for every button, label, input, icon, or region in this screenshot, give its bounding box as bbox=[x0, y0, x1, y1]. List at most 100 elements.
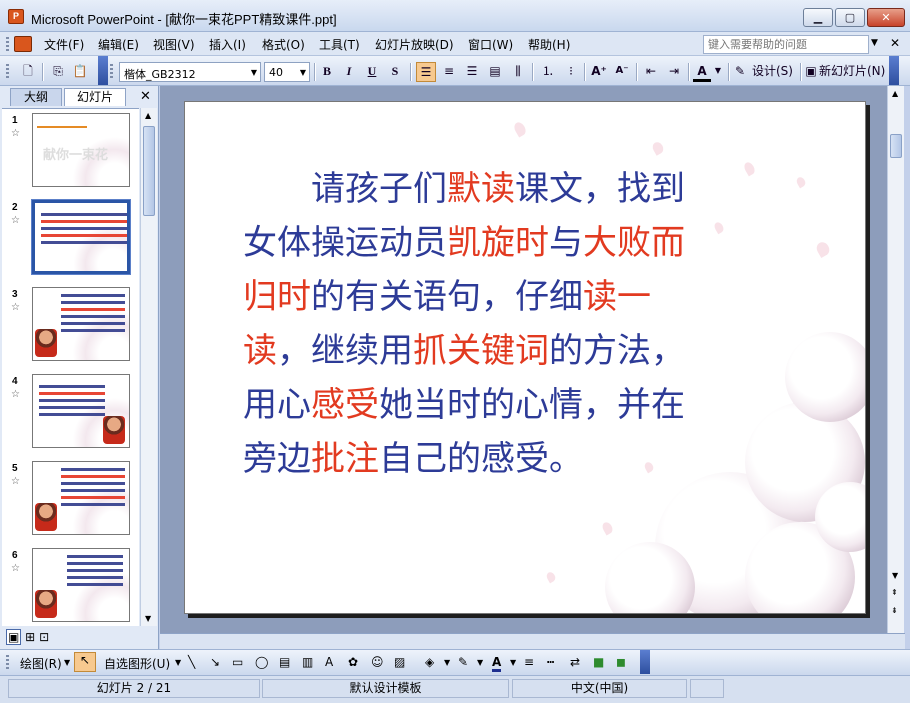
slideshow-view-icon[interactable]: ⊡ bbox=[39, 630, 49, 644]
chevron-down-icon[interactable]: ▼ bbox=[477, 658, 483, 667]
menu-tools[interactable]: 工具(T) bbox=[319, 36, 360, 53]
slide-sorter-view-icon[interactable]: ⊞ bbox=[25, 630, 35, 644]
bold-button[interactable]: B bbox=[318, 62, 336, 82]
text-box-icon[interactable]: ▤ bbox=[279, 655, 290, 669]
diagram-icon[interactable]: ✿ bbox=[348, 655, 358, 669]
menu-file[interactable]: 文件(F) bbox=[44, 36, 84, 53]
fill-color-icon[interactable]: ◈ bbox=[425, 655, 434, 669]
line-icon[interactable]: ╲ bbox=[188, 655, 195, 669]
minimize-button[interactable]: ▁ bbox=[803, 8, 833, 27]
menu-window[interactable]: 窗口(W) bbox=[468, 36, 513, 53]
close-pane-icon[interactable]: ✕ bbox=[140, 89, 151, 104]
slide-thumbnail[interactable]: 1 ☆ 献你一束花 bbox=[2, 109, 139, 193]
dash-style-icon[interactable]: ┅ bbox=[547, 655, 554, 669]
design-template-status[interactable]: 默认设计模板 bbox=[262, 679, 509, 698]
scroll-up-icon[interactable]: ▲ bbox=[892, 89, 898, 98]
menu-edit[interactable]: 编辑(E) bbox=[98, 36, 139, 53]
align-center-icon[interactable]: ≡ bbox=[439, 62, 459, 82]
menu-help[interactable]: 帮助(H) bbox=[528, 36, 570, 53]
thumbnail-scrollbar[interactable]: ▲ ▼ bbox=[140, 108, 157, 626]
menu-view[interactable]: 视图(V) bbox=[153, 36, 195, 53]
increase-font-icon[interactable]: A⁺ bbox=[589, 62, 609, 82]
underline-button[interactable]: U bbox=[363, 62, 381, 82]
new-slide-button[interactable]: 新幻灯片(N) bbox=[819, 62, 889, 82]
slide-thumbnail[interactable]: 5 ☆ bbox=[2, 457, 139, 541]
slide-thumbnail[interactable]: 4 ☆ bbox=[2, 370, 139, 454]
clip-art-icon[interactable]: ☺ bbox=[371, 655, 384, 669]
help-search-box[interactable] bbox=[703, 35, 869, 54]
menu-insert[interactable]: 插入(I) bbox=[209, 36, 246, 53]
3d-style-icon[interactable]: ◼ bbox=[616, 655, 626, 669]
scroll-up-icon[interactable]: ▲ bbox=[145, 111, 151, 120]
help-dropdown-icon[interactable]: ▼ bbox=[871, 38, 878, 48]
new-document-icon[interactable]: 🗋 bbox=[18, 62, 38, 82]
maximize-button[interactable]: ▢ bbox=[835, 8, 865, 27]
chevron-down-icon[interactable]: ▼ bbox=[713, 62, 723, 82]
next-slide-icon[interactable]: ⇟ bbox=[891, 606, 898, 615]
font-color-icon[interactable]: A bbox=[492, 655, 502, 672]
autoshapes-button[interactable]: 自选图形(U) bbox=[104, 655, 170, 672]
chevron-down-icon[interactable]: ▼ bbox=[64, 658, 70, 667]
numbering-icon[interactable]: ⒈ bbox=[538, 62, 558, 82]
close-document-icon[interactable]: ✕ bbox=[890, 36, 900, 50]
slide-thumbnail[interactable]: 6 ☆ bbox=[2, 544, 139, 626]
slide-body-text[interactable]: 请孩子们默读课文，找到 女体操运动员凯旋时与大败而 归时的有关语句，仔细读一 读，继续… bbox=[243, 162, 803, 486]
italic-button[interactable]: I bbox=[340, 62, 358, 82]
tab-outline[interactable]: 大纲 bbox=[10, 88, 62, 106]
shadow-style-icon[interactable]: ■ bbox=[593, 655, 604, 669]
chevron-down-icon[interactable]: ▼ bbox=[444, 658, 450, 667]
design-button[interactable]: 设计(S) bbox=[752, 62, 796, 82]
document-icon[interactable] bbox=[14, 36, 32, 52]
line-style-icon[interactable]: ≡ bbox=[524, 655, 534, 669]
slide-scrollbar[interactable]: ▲ ▼ ⇞ ⇟ bbox=[887, 86, 904, 633]
oval-icon[interactable]: ◯ bbox=[255, 655, 268, 669]
paste-icon[interactable]: 📋 bbox=[70, 62, 90, 82]
copy-icon[interactable]: ⎘ bbox=[48, 62, 68, 82]
wordart-icon[interactable]: A bbox=[325, 655, 333, 669]
decrease-font-icon[interactable]: A⁻ bbox=[612, 62, 632, 82]
bullets-icon[interactable]: ⁝ bbox=[561, 62, 581, 82]
increase-indent-icon[interactable]: ⇥ bbox=[664, 62, 684, 82]
vertical-text-box-icon[interactable]: ▥ bbox=[302, 655, 313, 669]
toolbar-options-button[interactable] bbox=[640, 650, 650, 674]
tab-slides[interactable]: 幻灯片 bbox=[64, 88, 126, 106]
menu-slideshow[interactable]: 幻灯片放映(D) bbox=[375, 36, 454, 53]
line-color-icon[interactable]: ✎ bbox=[458, 655, 468, 669]
normal-view-icon[interactable]: ▣ bbox=[6, 629, 22, 645]
arrow-icon[interactable]: ↘ bbox=[210, 655, 220, 669]
draw-menu-button[interactable]: 绘图(R) bbox=[20, 655, 62, 672]
toolbar-options-button[interactable] bbox=[98, 56, 108, 85]
select-pointer-icon[interactable]: ↖ bbox=[74, 652, 96, 672]
chevron-down-icon[interactable]: ▼ bbox=[175, 658, 181, 667]
menu-grip[interactable] bbox=[6, 37, 9, 51]
previous-slide-icon[interactable]: ⇞ bbox=[891, 588, 898, 597]
decrease-indent-icon[interactable]: ⇤ bbox=[641, 62, 661, 82]
arrow-style-icon[interactable]: ⇄ bbox=[570, 655, 580, 669]
font-size-select[interactable]: 40 ▼ bbox=[264, 62, 310, 82]
menu-format[interactable]: 格式(O) bbox=[262, 36, 305, 53]
scroll-down-icon[interactable]: ▼ bbox=[892, 571, 898, 580]
toolbar-grip[interactable] bbox=[110, 64, 113, 80]
toolbar-grip[interactable] bbox=[6, 64, 9, 80]
toolbar-options-button[interactable] bbox=[889, 56, 899, 85]
font-name-select[interactable]: 楷体_GB2312 ▼ bbox=[119, 62, 261, 82]
align-left-icon[interactable]: ☰ bbox=[416, 62, 436, 82]
current-slide[interactable]: 请孩子们默读课文，找到 女体操运动员凯旋时与大败而 归时的有关语句，仔细读一 读，继续… bbox=[184, 101, 866, 614]
scroll-down-icon[interactable]: ▼ bbox=[145, 614, 151, 623]
picture-icon[interactable]: ▨ bbox=[394, 655, 405, 669]
rectangle-icon[interactable]: ▭ bbox=[232, 655, 243, 669]
font-color-button[interactable]: A bbox=[693, 62, 711, 82]
toolbar-grip[interactable] bbox=[6, 655, 9, 671]
distribute-icon[interactable]: ⫼ bbox=[508, 62, 528, 82]
shadow-button[interactable]: S bbox=[386, 62, 404, 82]
slide-thumbnail[interactable]: 2 ☆ bbox=[2, 196, 139, 280]
align-right-icon[interactable]: ☰ bbox=[462, 62, 482, 82]
help-search-input[interactable] bbox=[704, 36, 868, 53]
notes-pane-divider[interactable] bbox=[160, 633, 905, 649]
close-button[interactable]: ✕ bbox=[867, 8, 905, 27]
chevron-down-icon[interactable]: ▼ bbox=[510, 658, 516, 667]
slide-thumbnail[interactable]: 3 ☆ bbox=[2, 283, 139, 367]
scrollbar-thumb[interactable] bbox=[143, 126, 155, 216]
scrollbar-thumb[interactable] bbox=[890, 134, 902, 158]
justify-icon[interactable]: ▤ bbox=[485, 62, 505, 82]
